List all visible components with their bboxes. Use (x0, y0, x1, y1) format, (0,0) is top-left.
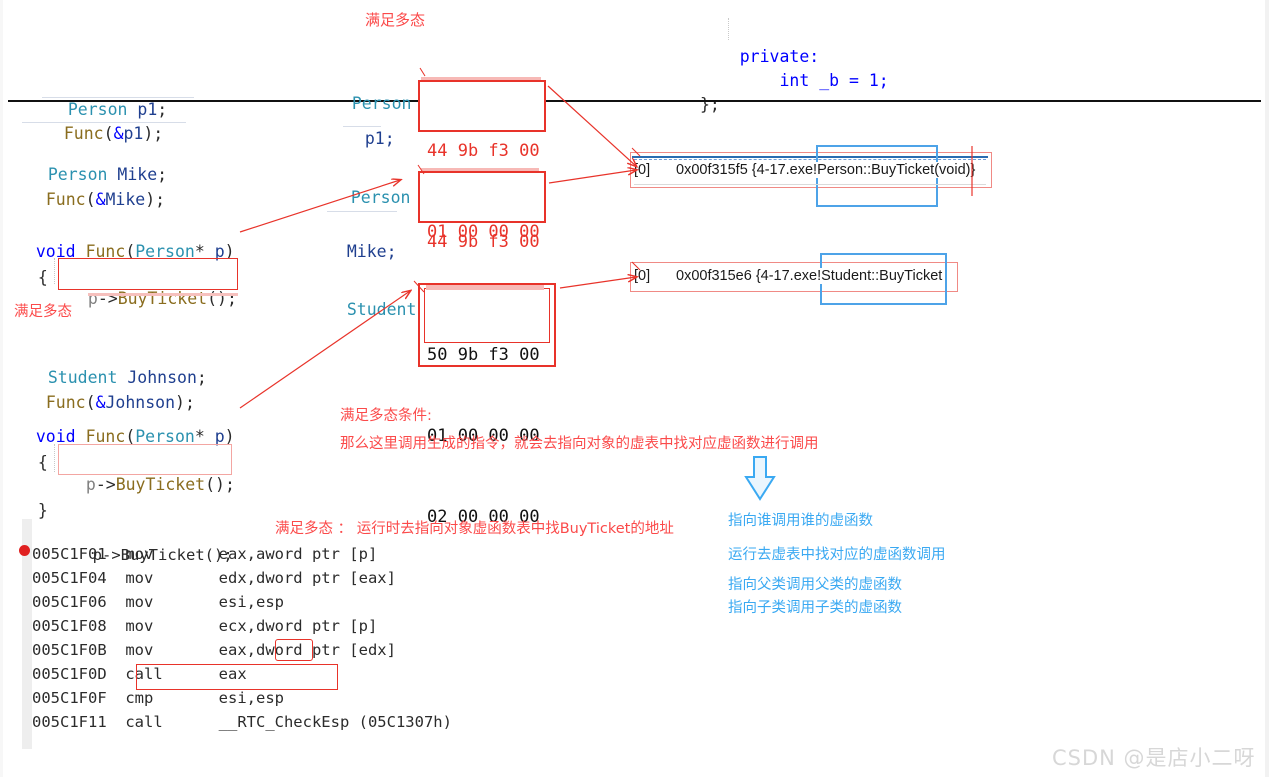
asm-row: 005C1F04 mov edx,dword ptr [eax] (32, 566, 452, 590)
blue-note-1: 运行去虚表中找对应的虚函数调用 (728, 547, 946, 563)
asm-row: 005C1F01 mov eax,aword ptr [p] (32, 542, 452, 566)
asm-row: 005C1F06 mov esi,esp (32, 590, 452, 614)
annotation-polymorphism-mid: 满足多态 (14, 304, 72, 320)
asm-operands: ecx,dword ptr [p] (218, 617, 378, 635)
watch-value: 0x00f315e6 {4-17.exe! (676, 268, 822, 284)
code-buyticket-call-1: p->BuyTicket(); (87, 289, 237, 308)
page-left-edge (0, 0, 3, 777)
asm-listing: 005C1F01 mov eax,aword ptr [p] 005C1F04 m… (32, 542, 452, 734)
watch-row-person[interactable]: [0] 0x00f315f5 {4-17.exe!Person::BuyTicke… (634, 162, 976, 178)
asm-address: 005C1F01 (32, 545, 126, 563)
hexbox-cap-3 (426, 285, 544, 290)
label-type-person-2: Person (350, 188, 411, 207)
asm-row: 005C1F11 call __RTC_CheckEsp (05C1307h) (32, 710, 452, 734)
indent-guide (728, 18, 730, 40)
member-declaration: int _b = 1; (700, 71, 889, 90)
asm-address: 005C1F0D (32, 665, 126, 683)
object-label-person-mike-type: Person (331, 160, 411, 210)
memory-box-mike: 44 9b f3 00 01 00 00 00 (418, 171, 546, 333)
memory-box-p1: 44 9b f3 00 01 00 00 00 (418, 80, 546, 242)
down-arrow-icon (744, 456, 776, 501)
asm-address: 005C1F11 (32, 713, 126, 731)
watch-row-student[interactable]: [0] 0x00f315e6 {4-17.exe!Student::BuyTick… (634, 268, 943, 284)
memory-vfptr-highlight (424, 288, 550, 343)
highlight-call-instruction (136, 664, 338, 690)
class-close-brace: }; (700, 95, 720, 114)
asm-operands: edx,dword ptr [eax] (218, 569, 396, 587)
editor-guide-4 (327, 211, 397, 212)
memory-row: 44 9b f3 00 (427, 232, 540, 252)
asm-address: 005C1F0F (32, 689, 126, 707)
asm-address: 005C1F06 (32, 593, 126, 611)
watch-row-separator-1 (634, 184, 986, 185)
blue-note-2: 指向父类调用父类的虚函数 (728, 577, 902, 593)
divider-line-top (8, 100, 1261, 102)
editor-guide-2 (22, 122, 186, 123)
breakpoint-marker[interactable] (19, 545, 30, 556)
watermark: CSDN @是店小二呀 (1052, 746, 1256, 770)
code-func-def-2: void Func(Person* p) (35, 427, 235, 446)
label-name-p1: p1; (364, 129, 395, 148)
watch-symbol: Student::BuyTicket (821, 268, 943, 284)
memory-row: 44 9b f3 00 (427, 141, 540, 161)
asm-mnemonic: call (125, 713, 219, 731)
watch-index: [0] (634, 268, 651, 284)
asm-mnemonic: mov (125, 545, 219, 563)
asm-operands: __RTC_CheckEsp (05C1307h) (218, 713, 452, 731)
class-snippet-close: }; (700, 42, 720, 142)
pink-underline-1 (88, 293, 238, 296)
code-func-close-brace-2: } (37, 501, 48, 520)
code-func-def-1: void Func(Person* p) (35, 242, 235, 261)
asm-row: 005C1F0B mov eax,dword ptr [edx] (32, 638, 452, 662)
editor-guide-3 (343, 126, 381, 127)
blue-note-0: 指向谁调用谁的虚函数 (728, 513, 873, 529)
blue-note-3: 指向子类调用子类的虚函数 (728, 600, 902, 616)
asm-mnemonic: mov (125, 593, 219, 611)
asm-mnemonic: mov (125, 617, 219, 635)
asm-mnemonic: cmp (125, 689, 219, 707)
label-type-student: Student (346, 300, 417, 319)
watch-index: [0] (634, 162, 651, 178)
object-label-student-type: Student (327, 272, 417, 322)
memory-row: 50 9b f3 00 (427, 345, 540, 365)
annotation-condition-body: 那么这里调用生成的指令，就会去指向对象的虚表中找对应虚函数进行调用 (340, 436, 819, 452)
code-buyticket-call-2: p->BuyTicket(); (85, 475, 235, 494)
annotation-condition-title: 满足多态条件: (340, 408, 432, 424)
asm-operands: esi,esp (218, 689, 284, 707)
watch-suffix: (void)} (934, 162, 976, 178)
page-right-edge (1265, 0, 1269, 777)
highlight-eax-operand (275, 639, 313, 661)
asm-address: 005C1F08 (32, 617, 126, 635)
indent-guide (54, 258, 56, 284)
indent-guide (54, 444, 56, 472)
code-func-call-mike: Func(&Mike); (45, 190, 166, 209)
annotation-runtime-note: 满足多态 ： 运行时去指向对象虚函数表中找BuyTicket的地址 (275, 521, 674, 537)
annotation-polymorphism-top: 满足多态 (365, 11, 426, 29)
code-func-open-brace-1: { (37, 268, 48, 287)
asm-operands: eax,aword ptr [p] (218, 545, 378, 563)
asm-address: 005C1F04 (32, 569, 126, 587)
code-func-open-brace-2: { (37, 453, 48, 472)
asm-operands: esi,esp (218, 593, 284, 611)
asm-address: 005C1F0B (32, 641, 126, 659)
asm-row: 005C1F08 mov ecx,dword ptr [p] (32, 614, 452, 638)
object-label-mike-name: Mike; (327, 214, 397, 264)
label-name-mike: Mike; (346, 242, 397, 261)
asm-mnemonic: mov (125, 569, 219, 587)
watch-symbol: Person::BuyTicket (817, 162, 935, 178)
asm-mnemonic: mov (125, 641, 219, 659)
watch-value: 0x00f315f5 {4-17.exe! (676, 162, 818, 178)
